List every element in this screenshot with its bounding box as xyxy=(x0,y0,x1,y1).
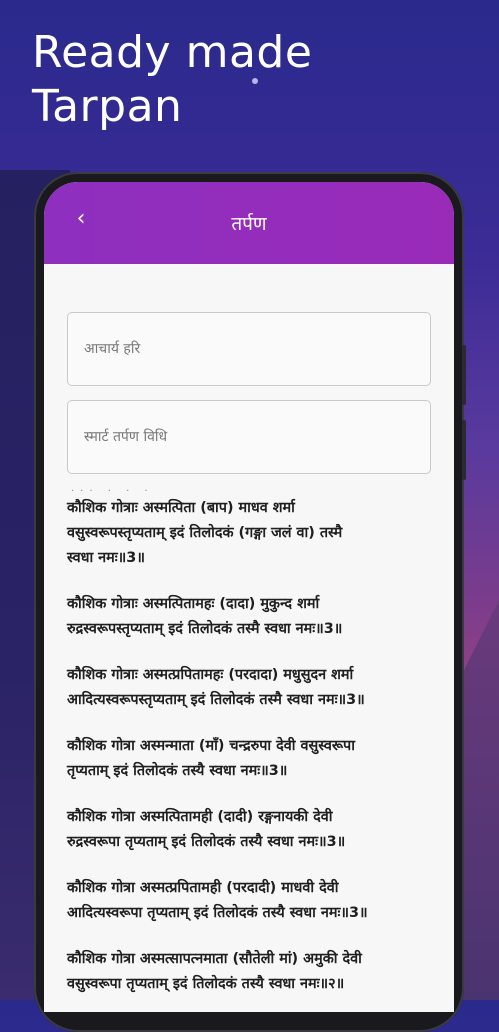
verse-item: कौशिक गोत्राः अस्मत्प्रपितामहः (परदादा) … xyxy=(67,663,431,713)
verse-line: कौशिक गोत्राः अस्मत्पितामहः (दादा) मुकुन… xyxy=(67,596,320,612)
verse-line: कौशिक गोत्रा अस्मत्प्रपितामही (परदादी) म… xyxy=(67,880,339,896)
promo-title-line2: Tarpan xyxy=(32,81,183,132)
phone-power-button xyxy=(462,420,466,480)
app-bar: ‹ तर्पण xyxy=(44,182,454,264)
verse-line: रुद्रस्वरूपस्तृप्यताम् इदं तिलोदकं तस्मै… xyxy=(67,621,343,637)
verse-item: कौशिक गोत्रा अस्मन्माता (माँ) चन्द्ररुपा… xyxy=(67,734,431,784)
verse-item: कौशिक गोत्रा अस्मत्पितामही (दादी) रङ्गना… xyxy=(67,805,431,855)
background-mountain-right xyxy=(459,600,499,1000)
verse-line: वसुस्वरूपस्तृप्यताम् इदं तिलोदकं (गङ्गा … xyxy=(67,525,343,541)
verse-line: रुद्रस्वरूपा तृप्यताम् इदं तिलोदकं तस्यै… xyxy=(67,834,346,850)
verse-item: कौशिक गोत्राः अस्मत्पिता (बाप) माधव शर्म… xyxy=(67,496,431,571)
verse-line: कौशिक गोत्रा अस्मन्माता (माँ) चन्द्ररुपा… xyxy=(67,738,355,754)
verse-line: कौशिक गोत्रा अस्मत्पितामही (दादी) रङ्गना… xyxy=(67,809,333,825)
phone-volume-button xyxy=(462,345,466,405)
acharya-input[interactable] xyxy=(82,340,416,358)
verse-line: कौशिक गोत्रा अस्मत्सापत्नमाता (सौतेली मा… xyxy=(67,951,362,967)
decorative-dot xyxy=(252,78,258,84)
app-title: तर्पण xyxy=(231,213,267,235)
verse-item: कौशिक गोत्रा अस्मत्प्रपितामही (परदादी) म… xyxy=(67,876,431,926)
verse-item: कौशिक गोत्राः अस्मत्पितामहः (दादा) मुकुन… xyxy=(67,592,431,642)
verse-line: आदित्यस्वरूपा तृप्यताम् इदं तिलोदकं तस्य… xyxy=(67,905,368,921)
vidhi-field[interactable] xyxy=(67,400,431,474)
verse-item: कौशिक गोत्रा अस्मत्सापत्नमाता (सौतेली मा… xyxy=(67,947,431,997)
content-area: ··· · · · कौशिक गोत्राः अस्मत्पिता (बाप)… xyxy=(44,264,454,997)
verse-line: तृप्यताम् इदं तिलोदकं तस्यै स्वधा नमः॥3॥ xyxy=(67,763,288,779)
verse-line: वसुस्वरूपा तृप्यताम् इदं तिलोदकं तस्यै स… xyxy=(67,976,345,992)
promo-title: Ready made Tarpan xyxy=(32,26,312,134)
chevron-left-icon: ‹ xyxy=(76,206,86,231)
back-button[interactable]: ‹ xyxy=(66,204,96,234)
vidhi-input[interactable] xyxy=(82,428,416,446)
verse-line: कौशिक गोत्राः अस्मत्प्रपितामहः (परदादा) … xyxy=(67,667,354,683)
promo-title-line1: Ready made xyxy=(32,27,313,78)
verse-line: कौशिक गोत्राः अस्मत्पिता (बाप) माधव शर्म… xyxy=(67,500,295,516)
scroll-hint-dots: ··· · · · xyxy=(71,486,154,497)
acharya-field[interactable] xyxy=(67,312,431,386)
verse-line: स्वधा नमः॥3॥ xyxy=(67,550,145,566)
verse-line: आदित्यस्वरूपस्तृप्यताम् इदं तिलोदकं तस्म… xyxy=(67,692,365,708)
app-screen: ‹ तर्पण ··· · · · कौशिक गोत्राः अस्मत्पि… xyxy=(44,182,454,1012)
